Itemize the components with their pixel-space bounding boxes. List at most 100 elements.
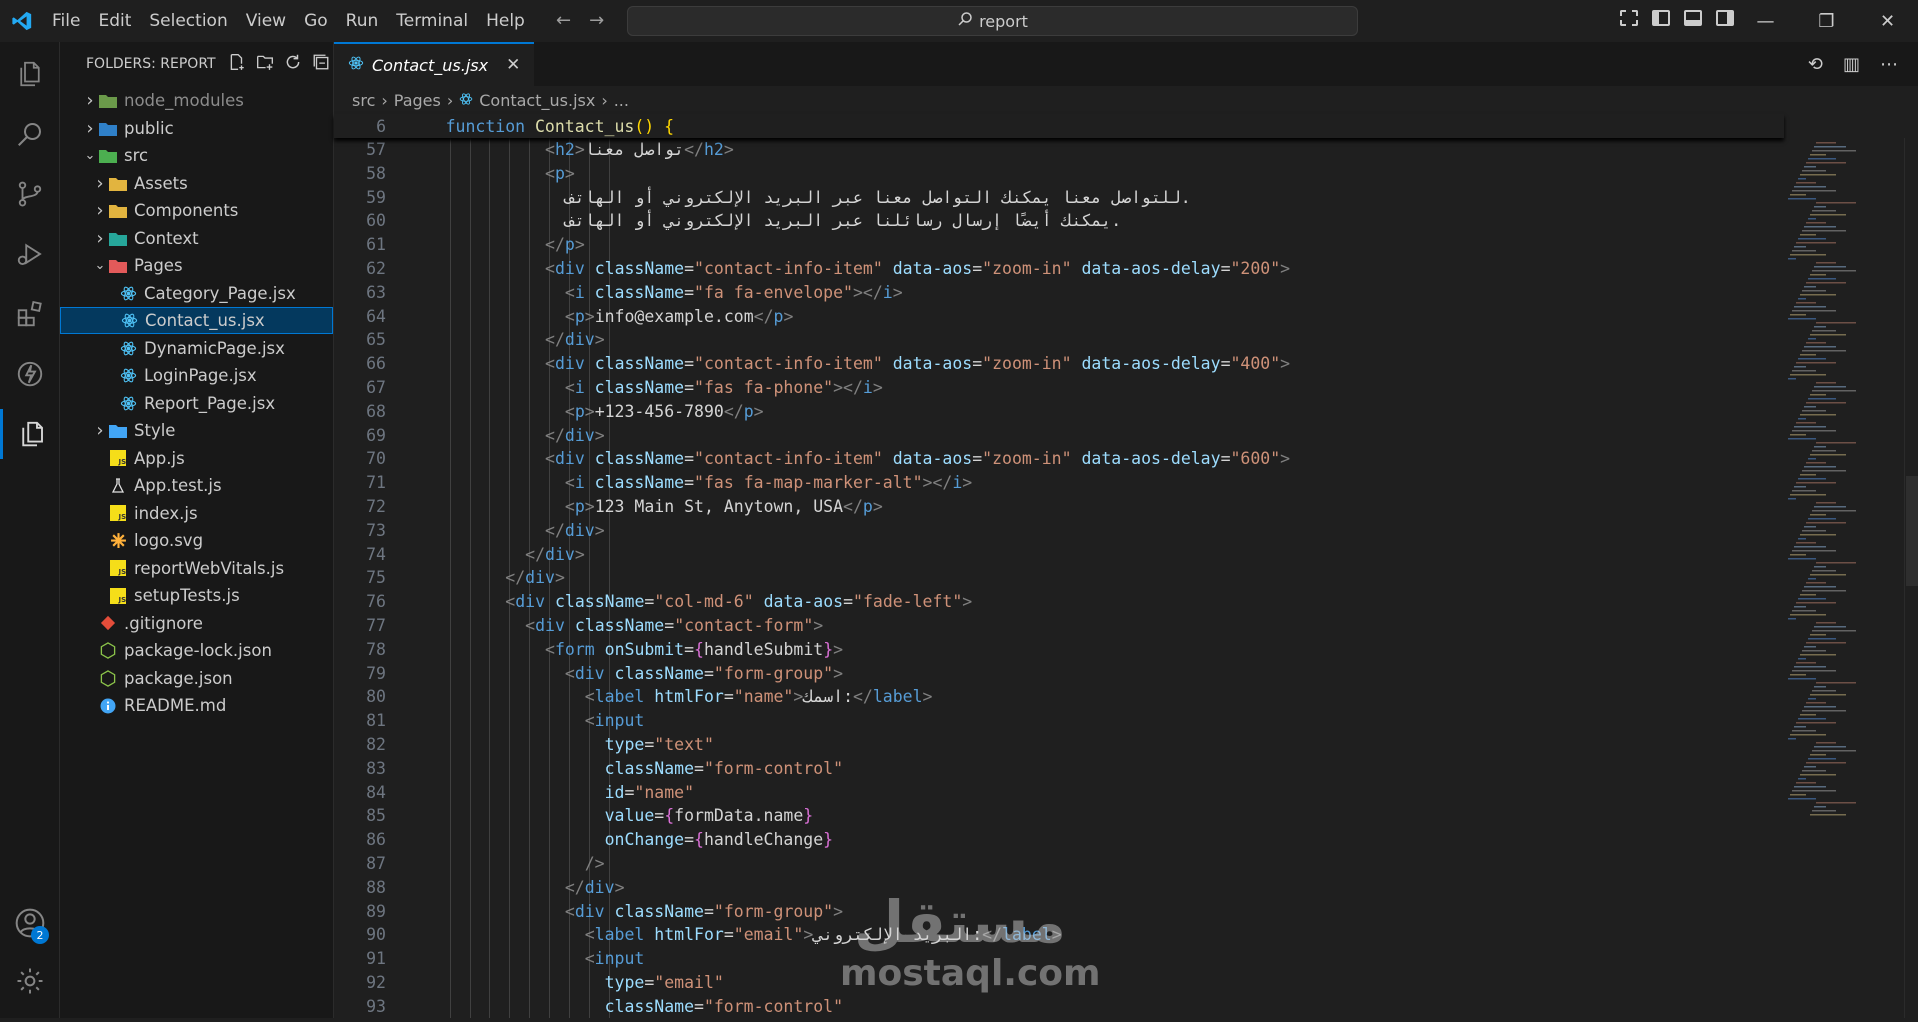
search-icon[interactable]: [0, 109, 60, 159]
tree-folder[interactable]: › Assets: [60, 170, 333, 197]
code-view[interactable]: 57 <h2>تواصل معنا</h2> 58 <p> 59 للتواصل معنا…: [334, 138, 1784, 1018]
code-token: <: [505, 592, 516, 612]
command-center-search[interactable]: report: [627, 6, 1358, 36]
tab-contact-us[interactable]: Contact_us.jsx ✕: [334, 42, 535, 86]
code-token: "zoom-in": [982, 354, 1072, 374]
code-token: formData.name: [674, 806, 804, 826]
tree-file[interactable]: .gitignore: [60, 610, 333, 637]
breadcrumb-file[interactable]: Contact_us.jsx: [479, 91, 595, 110]
scrollbar-thumb[interactable]: [1906, 476, 1918, 586]
minimap-line: [1802, 170, 1826, 172]
minimize-icon[interactable]: —: [1735, 0, 1796, 42]
nodejs-icon: [98, 642, 118, 660]
new-folder-icon[interactable]: [256, 53, 274, 75]
tree-file[interactable]: Report_Page.jsx: [60, 390, 333, 417]
refresh-icon[interactable]: [284, 53, 302, 75]
more-actions-icon[interactable]: ⋯: [1880, 54, 1898, 75]
restore-icon[interactable]: ❐: [1796, 0, 1857, 42]
split-editor-icon[interactable]: ▥: [1843, 54, 1860, 75]
minimap-line: [1796, 362, 1836, 364]
tree-folder[interactable]: › node_modules: [60, 87, 333, 114]
line-number: 83: [366, 758, 386, 778]
tree-file[interactable]: Contact_us.jsx: [60, 307, 333, 334]
settings-gear-icon[interactable]: [0, 956, 60, 1006]
minimap-line: [1814, 506, 1846, 508]
remote-explorer-icon[interactable]: [0, 349, 60, 399]
close-window-icon[interactable]: ✕: [1857, 0, 1918, 42]
tree-folder[interactable]: ⌄ Pages: [60, 252, 333, 279]
tree-folder[interactable]: › Context: [60, 225, 333, 252]
tree-file[interactable]: package.json: [60, 665, 333, 692]
menu-item-run[interactable]: Run: [337, 0, 388, 42]
line-code: <div className="contact-info-item" data-…: [386, 447, 1290, 471]
minimap-line: [1798, 418, 1806, 420]
tree-folder[interactable]: › Style: [60, 417, 333, 444]
tree-file[interactable]: App.test.js: [60, 472, 333, 499]
code-line: 80 <label htmlFor="name">اسمك:</label>: [334, 685, 1784, 709]
customize-layout-icon[interactable]: [1620, 10, 1638, 26]
tree-folder[interactable]: › public: [60, 115, 333, 142]
project-manager-icon[interactable]: [0, 409, 60, 459]
code-token: <: [545, 449, 555, 469]
tree-file[interactable]: JS setupTests.js: [60, 582, 333, 609]
tree-file[interactable]: package-lock.json: [60, 637, 333, 664]
menu-item-file[interactable]: File: [43, 0, 89, 42]
code-token: info@example.com: [594, 306, 754, 326]
toggle-secondary-sidebar-icon[interactable]: [1716, 10, 1734, 26]
new-file-icon[interactable]: [228, 53, 246, 75]
toggle-primary-sidebar-icon[interactable]: [1652, 10, 1670, 26]
tree-file[interactable]: LoginPage.jsx: [60, 362, 333, 389]
tree-file[interactable]: Category_Page.jsx: [60, 280, 333, 307]
code-token: div: [554, 354, 585, 374]
code-token: data-aos: [753, 592, 844, 612]
run-debug-icon[interactable]: [0, 229, 60, 279]
code-token: {: [694, 830, 704, 850]
code-token: <: [564, 496, 575, 516]
breadcrumb-pages[interactable]: Pages: [394, 91, 441, 110]
close-tab-icon[interactable]: ✕: [506, 55, 520, 75]
menu-item-terminal[interactable]: Terminal: [387, 0, 477, 42]
minimap[interactable]: [1784, 138, 1890, 1018]
tree-file[interactable]: logo.svg: [60, 527, 333, 554]
code-token: "fas fa-map-marker-alt": [694, 473, 923, 493]
menu-item-selection[interactable]: Selection: [140, 0, 236, 42]
tree-file[interactable]: JS reportWebVitals.js: [60, 555, 333, 582]
code-token: i: [882, 282, 893, 302]
breadcrumb-src[interactable]: src: [352, 91, 375, 110]
source-control-icon[interactable]: [0, 169, 60, 219]
menu-item-go[interactable]: Go: [295, 0, 337, 42]
forward-arrow-icon[interactable]: →: [589, 10, 604, 31]
minimap-line: [1800, 594, 1816, 596]
code-token: }: [823, 830, 834, 850]
sticky-scroll-line[interactable]: 6 function Contact_us() {: [334, 114, 1784, 138]
minimap-line: [1788, 258, 1796, 260]
folder-icon: [108, 229, 128, 247]
tree-folder[interactable]: ⌄ src: [60, 142, 333, 169]
menu-item-view[interactable]: View: [237, 0, 295, 42]
line-code: <p>+123-456-7890</p>: [386, 400, 764, 424]
vertical-scrollbar[interactable]: [1904, 138, 1918, 1018]
menu-item-help[interactable]: Help: [477, 0, 534, 42]
tree-file[interactable]: JS index.js: [60, 500, 333, 527]
line-code: <i className="fas fa-phone"></i>: [386, 376, 883, 400]
code-token: p: [862, 496, 873, 516]
minimap-line: [1802, 590, 1846, 592]
tree-folder[interactable]: › Components: [60, 197, 333, 224]
line-number: 59: [366, 187, 386, 207]
menu-item-edit[interactable]: Edit: [89, 0, 140, 42]
back-arrow-icon[interactable]: ←: [556, 10, 571, 31]
minimap-line: [1798, 538, 1806, 540]
collapse-all-icon[interactable]: [312, 53, 330, 75]
code-token: <: [564, 282, 575, 302]
extensions-icon[interactable]: [0, 289, 60, 339]
code-token: </: [545, 425, 565, 445]
code-line: 78 <form onSubmit={handleSubmit}>: [334, 638, 1784, 662]
breadcrumb-symbol[interactable]: ...: [614, 91, 629, 110]
open-changes-icon[interactable]: ⟲: [1808, 54, 1823, 75]
tree-file[interactable]: README.md: [60, 692, 333, 719]
tree-file[interactable]: JS App.js: [60, 445, 333, 472]
explorer-files-icon[interactable]: [0, 49, 60, 99]
tree-file[interactable]: DynamicPage.jsx: [60, 335, 333, 362]
toggle-panel-icon[interactable]: [1684, 10, 1702, 26]
account-icon[interactable]: 2: [0, 898, 60, 948]
